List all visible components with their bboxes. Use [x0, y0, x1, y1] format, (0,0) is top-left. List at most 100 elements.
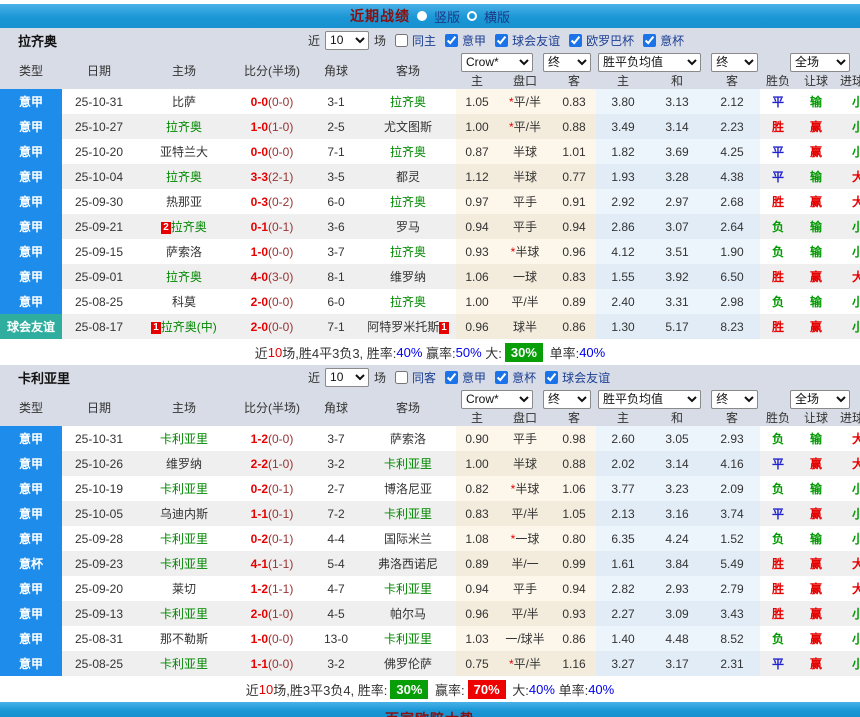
halftime-score: (0-1) — [268, 220, 293, 234]
away-team-cell: 罗马 — [360, 214, 456, 239]
team-name: 博洛尼亚 — [384, 482, 432, 496]
handicap-away-odds-cell: 0.86 — [552, 626, 596, 651]
match-type-cell: 意甲 — [0, 114, 62, 139]
handicap-result-cell: 赢 — [796, 114, 836, 139]
team-name: 佛罗伦萨 — [384, 657, 432, 671]
handicap-away-odds-cell: 1.06 — [552, 476, 596, 501]
team-name: 萨索洛 — [166, 245, 202, 259]
goals-size-cell: 小 — [836, 314, 860, 339]
away-team-cell: 拉齐奥 — [360, 139, 456, 164]
competition-checkbox[interactable] — [495, 371, 508, 384]
competition-checkbox[interactable] — [445, 34, 458, 47]
layout-vertical-radio[interactable] — [417, 11, 427, 21]
halftime-score: (0-2) — [268, 195, 293, 209]
match-row: 意甲25-09-15萨索洛1-0(0-0)3-7拉齐奥0.93*半球0.964.… — [0, 239, 860, 264]
handicap-cell: 一/球半 — [498, 626, 552, 651]
home-team-cell: 1拉齐奥(中) — [136, 314, 232, 339]
team-name: 卡利亚里 — [160, 532, 208, 546]
avg-odds-select[interactable]: 胜平负均值 — [598, 53, 701, 72]
team-name: 国际米兰 — [384, 532, 432, 546]
final-avg-select[interactable]: 终 — [711, 390, 758, 409]
team-name: 卡利亚里 — [160, 657, 208, 671]
match-date-cell: 25-10-04 — [62, 164, 136, 189]
match-date-cell: 25-10-26 — [62, 451, 136, 476]
layout-horizontal-label[interactable]: 横版 — [484, 7, 510, 26]
final-odds-select[interactable]: 终 — [543, 53, 591, 72]
match-date-cell: 25-09-21 — [62, 214, 136, 239]
competition-checkbox[interactable] — [643, 34, 656, 47]
match-type-cell: 意杯 — [0, 551, 62, 576]
competition-checkbox[interactable] — [569, 34, 582, 47]
handicap-result-cell: 赢 — [796, 501, 836, 526]
games-count-select[interactable]: 10 — [325, 31, 369, 50]
fulltime-score: 1-2 — [251, 432, 268, 446]
same-venue-checkbox[interactable] — [395, 371, 408, 384]
team-name: 罗马 — [396, 220, 420, 234]
odds-company-select[interactable]: Crow* — [461, 53, 533, 72]
handicap-home-odds-cell: 0.93 — [456, 239, 498, 264]
avg-home-odds-cell: 1.61 — [596, 551, 650, 576]
avg-home-odds-cell: 2.02 — [596, 451, 650, 476]
avg-draw-odds-cell: 3.09 — [650, 601, 704, 626]
team-name: 拉齐奥 — [166, 170, 202, 184]
match-type-cell: 球会友谊 — [0, 314, 62, 339]
halftime-score: (1-0) — [268, 457, 293, 471]
layout-vertical-label[interactable]: 竖版 — [434, 7, 460, 26]
result-cell: 负 — [760, 289, 796, 314]
avg-odds-select[interactable]: 胜平负均值 — [598, 390, 701, 409]
halftime-score: (1-0) — [268, 120, 293, 134]
games-count-select[interactable]: 10 — [325, 368, 369, 387]
sub-header: 主 — [596, 72, 650, 89]
team-name: 都灵 — [396, 170, 420, 184]
goals-size-cell: 小 — [836, 501, 860, 526]
avg-home-odds-cell: 6.35 — [596, 526, 650, 551]
match-row: 意甲25-08-31那不勒斯1-0(0-0)13-0卡利亚里1.03一/球半0.… — [0, 626, 860, 651]
team-name: 尤文图斯 — [384, 120, 432, 134]
fulltime-score: 0-2 — [251, 532, 268, 546]
handicap-home-odds-cell: 0.87 — [456, 139, 498, 164]
summary-part: 近 — [255, 343, 268, 362]
odds-company-select[interactable]: Crow* — [461, 390, 533, 409]
avg-draw-odds-cell: 3.13 — [650, 89, 704, 114]
team-name: 维罗纳 — [390, 270, 426, 284]
sub-header: 让球 — [796, 409, 836, 426]
result-cell: 负 — [760, 476, 796, 501]
scope-select[interactable]: 全场 — [790, 390, 850, 409]
final-avg-select[interactable]: 终 — [711, 53, 758, 72]
handicap-home-odds-cell: 1.03 — [456, 626, 498, 651]
avg-draw-odds-cell: 4.24 — [650, 526, 704, 551]
score-cell: 2-0(0-0) — [232, 314, 312, 339]
avg-away-odds-cell: 8.23 — [704, 314, 760, 339]
fulltime-score: 4-0 — [251, 270, 268, 284]
col-header: 比分(半场) — [232, 389, 312, 426]
summary-part: 40% — [396, 345, 422, 360]
team-name: 维罗纳 — [166, 457, 202, 471]
summary-part: 40% — [579, 345, 605, 360]
home-team-cell: 那不勒斯 — [136, 626, 232, 651]
scope-select[interactable]: 全场 — [790, 53, 850, 72]
away-team-cell: 都灵 — [360, 164, 456, 189]
halftime-score: (0-0) — [268, 95, 293, 109]
layout-horizontal-radio[interactable] — [467, 11, 477, 21]
result-cell: 胜 — [760, 601, 796, 626]
sub-header: 主 — [456, 72, 498, 89]
handicap-away-odds-cell: 0.94 — [552, 214, 596, 239]
score-cell: 1-0(1-0) — [232, 114, 312, 139]
goals-size-cell: 小 — [836, 239, 860, 264]
team-name: 乌迪内斯 — [160, 507, 208, 521]
final-odds-select[interactable]: 终 — [543, 390, 591, 409]
halftime-score: (0-0) — [268, 432, 293, 446]
competition-checkbox[interactable] — [445, 371, 458, 384]
goals-size-cell: 大 — [836, 164, 860, 189]
sub-header: 盘口 — [498, 72, 552, 89]
competition-checkbox[interactable] — [495, 34, 508, 47]
result-cell: 平 — [760, 139, 796, 164]
col-header: 主场 — [136, 389, 232, 426]
competition-checkbox[interactable] — [545, 371, 558, 384]
same-venue-checkbox[interactable] — [395, 34, 408, 47]
home-team-cell: 卡利亚里 — [136, 426, 232, 451]
fulltime-score: 0-3 — [251, 195, 268, 209]
sub-header: 主 — [456, 409, 498, 426]
score-cell: 1-1(0-1) — [232, 501, 312, 526]
away-team-cell: 弗洛西诺尼 — [360, 551, 456, 576]
